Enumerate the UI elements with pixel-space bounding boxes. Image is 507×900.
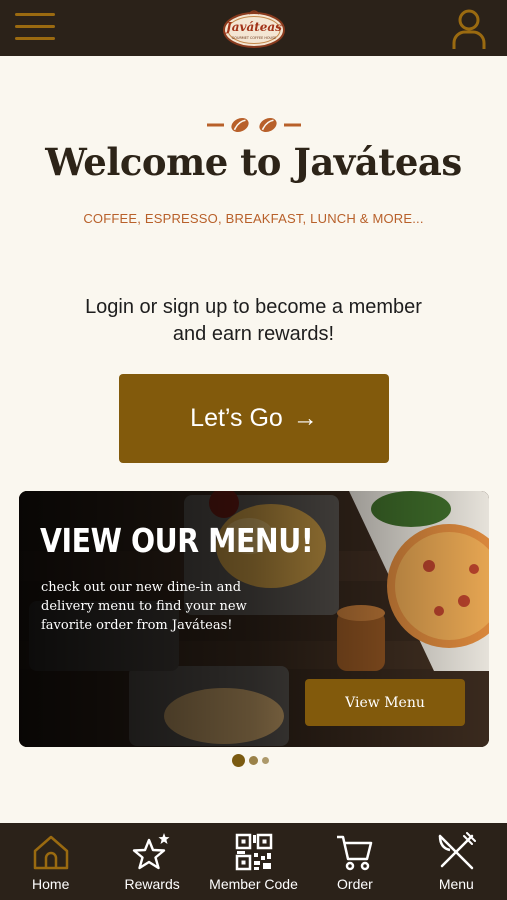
star-icon [132,833,170,870]
arrow-right-icon: → [292,404,318,432]
user-icon[interactable] [451,8,487,50]
view-menu-button[interactable]: View Menu [305,679,465,726]
tab-rewards[interactable]: Rewards [101,823,202,900]
cart-icon [336,835,373,871]
carousel-dot-active[interactable] [232,753,245,767]
tab-label: Rewards [124,876,180,892]
lets-go-label: Let’s Go [190,404,283,432]
hamburger-icon[interactable] [15,13,55,43]
carousel-indicator [232,752,269,768]
utensils-icon [439,832,477,870]
qr-code-icon [235,833,272,871]
bottom-tab-bar: Home Rewards Member Code Order Menu [0,823,507,900]
svg-text:Javáteas: Javáteas [224,20,282,34]
tab-label: Menu [438,876,474,892]
prompt-line-1: Login or sign up to become a member [85,296,422,318]
banner-title: VIEW OUR MENU! [40,521,314,560]
lets-go-button[interactable]: Let’s Go → [119,374,389,463]
home-icon [33,835,68,870]
carousel-dot[interactable] [262,756,269,764]
tab-member-code[interactable]: Member Code [203,823,304,900]
page-subtitle: COFFEE, ESPRESSO, BREAKFAST, LUNCH & MOR… [83,211,424,226]
carousel-dot[interactable] [249,755,258,765]
coffee-bean-divider-icon [207,117,301,133]
page-title: Welcome to Javáteas [45,140,462,184]
tab-label: Home [32,876,70,892]
menu-promo-banner[interactable]: VIEW OUR MENU! check out our new dine-in… [19,491,489,747]
banner-description: check out our new dine-in and delivery m… [41,580,247,633]
javateas-logo[interactable]: Javáteas GOURMET COFFEE HOUSE [222,6,286,50]
tab-label: Order [337,876,373,892]
tab-menu[interactable]: Menu [406,823,507,900]
tab-label: Member Code [209,876,298,892]
top-app-bar: Javáteas GOURMET COFFEE HOUSE [0,0,507,56]
svg-text:GOURMET COFFEE HOUSE: GOURMET COFFEE HOUSE [232,36,277,40]
membership-prompt: Login or sign up to become a member and … [50,294,457,348]
tab-order[interactable]: Order [304,823,405,900]
tab-home[interactable]: Home [0,823,101,900]
prompt-line-2: and earn rewards! [172,323,335,345]
